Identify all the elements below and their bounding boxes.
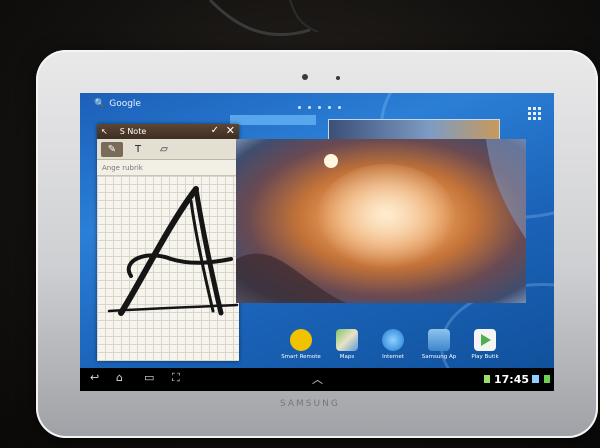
google-search-bar[interactable]: 🔍 Google bbox=[94, 99, 141, 109]
charging-cable bbox=[208, 0, 319, 36]
back-arrow-icon[interactable]: ↖ bbox=[101, 127, 108, 136]
title-input[interactable]: Ange rubrik bbox=[97, 160, 239, 176]
chevron-up-icon[interactable]: ︿ bbox=[312, 371, 323, 387]
widget-strip bbox=[230, 115, 316, 125]
snote-toolbar: ✎ T ▱ bbox=[97, 139, 239, 160]
pen-icon[interactable]: ✎ bbox=[101, 141, 123, 157]
dock-app-label: Maps bbox=[339, 354, 355, 360]
dock-app-label: Play Butik bbox=[471, 354, 499, 360]
eraser-icon[interactable]: ▱ bbox=[153, 142, 175, 157]
samsung-apps-icon bbox=[428, 329, 450, 351]
screenshot-icon[interactable]: ⛶ bbox=[172, 371, 180, 385]
status-clock: 17:45 bbox=[494, 373, 530, 386]
dock-app-label: Smart Remote bbox=[281, 354, 321, 360]
home-icon[interactable]: ⌂ bbox=[116, 371, 123, 384]
page-indicator bbox=[298, 106, 341, 109]
back-icon[interactable]: ↩ bbox=[90, 371, 99, 384]
close-icon[interactable]: ✕ bbox=[226, 124, 235, 137]
light-sensor bbox=[336, 76, 340, 80]
google-search-label: Google bbox=[109, 99, 141, 109]
tablet-screen: 🔍 Google ↖ S Note ✓ ✕ ✎ T ▱ Ange rubrik bbox=[80, 93, 554, 391]
video-frame bbox=[236, 139, 526, 303]
dock-app-maps[interactable]: Maps bbox=[324, 329, 370, 360]
snote-window: ↖ S Note ✓ ✕ ✎ T ▱ Ange rubrik bbox=[97, 124, 239, 361]
video-player-popup[interactable] bbox=[236, 139, 526, 303]
dock-app-label: Internet bbox=[382, 354, 404, 360]
maps-icon bbox=[336, 329, 358, 351]
device-brand: SAMSUNG bbox=[280, 399, 340, 409]
snote-title-bar: ↖ S Note ✓ ✕ bbox=[97, 124, 239, 139]
snote-title: S Note bbox=[119, 127, 147, 136]
front-camera bbox=[302, 74, 308, 80]
text-tool-icon[interactable]: T bbox=[127, 142, 149, 157]
check-icon[interactable]: ✓ bbox=[211, 125, 219, 136]
drawing-canvas[interactable] bbox=[97, 176, 239, 361]
notification-icon bbox=[484, 375, 490, 383]
handwritten-letter-a bbox=[107, 186, 239, 316]
dock-app-label: Samsung Ap bbox=[421, 354, 457, 360]
smart-remote-icon bbox=[290, 329, 312, 351]
dock-app-internet[interactable]: Internet bbox=[370, 329, 416, 360]
dock-app-play-store[interactable]: Play Butik bbox=[462, 329, 508, 360]
recent-apps-icon[interactable]: ▭ bbox=[144, 371, 154, 384]
system-bar: ↩ ⌂ ▭ ⛶ ︿ 17:45 bbox=[80, 368, 554, 391]
dock-app-samsung-apps[interactable]: Samsung Ap bbox=[416, 329, 462, 360]
wifi-icon bbox=[532, 375, 539, 383]
globe-icon bbox=[382, 329, 404, 351]
app-dock: Smart Remote Maps Internet Samsung Ap Pl… bbox=[278, 329, 508, 360]
battery-icon bbox=[544, 375, 550, 383]
apps-grid-icon[interactable] bbox=[528, 107, 541, 120]
play-store-icon bbox=[474, 329, 496, 351]
dock-app-smart-remote[interactable]: Smart Remote bbox=[278, 329, 324, 360]
search-icon: 🔍 bbox=[94, 99, 106, 109]
